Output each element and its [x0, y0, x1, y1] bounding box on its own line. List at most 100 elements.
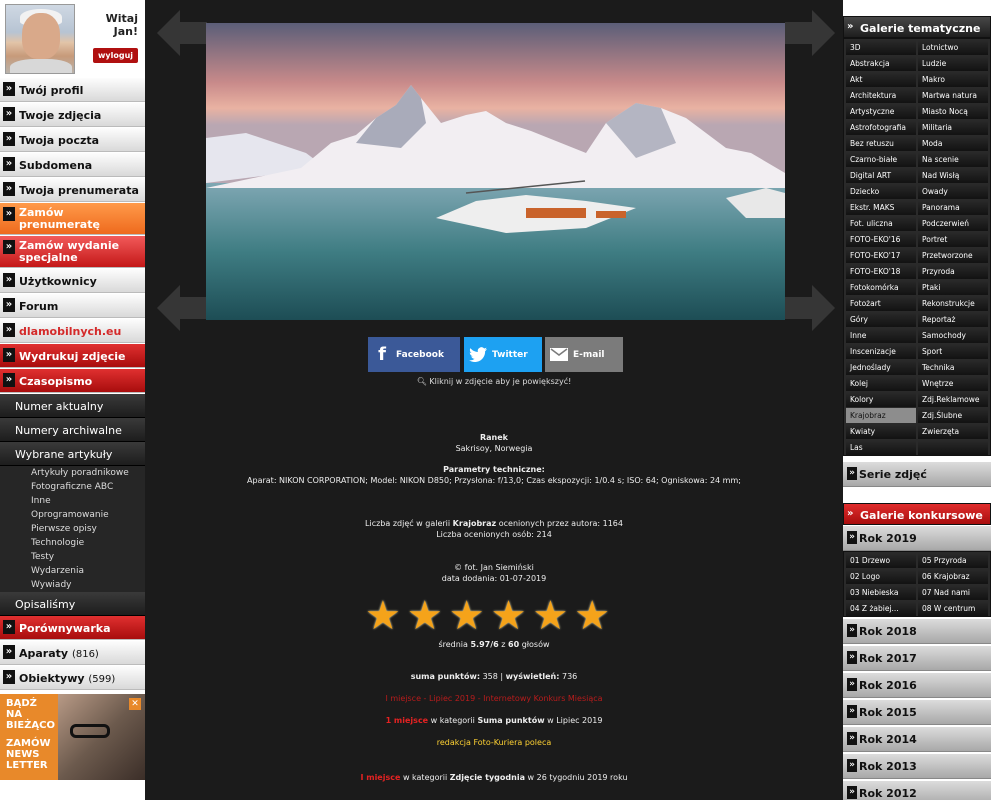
- magazine-item[interactable]: Numer aktualny: [0, 394, 145, 418]
- contest-item[interactable]: 02 Logo: [846, 569, 916, 584]
- gallery-item[interactable]: Panorama: [918, 200, 988, 215]
- gallery-item[interactable]: Owady: [918, 184, 988, 199]
- article-category[interactable]: Wywiady: [0, 578, 145, 592]
- gallery-item[interactable]: Przyroda: [918, 264, 988, 279]
- year-item[interactable]: Rok 2012: [843, 781, 991, 800]
- menu-item-wydrukuj-zdjęcie[interactable]: Wydrukuj zdjęcie: [0, 344, 145, 368]
- menu-item-twój-profil[interactable]: Twój profil: [0, 78, 145, 102]
- gallery-item[interactable]: Technika: [918, 360, 988, 375]
- gallery-item[interactable]: Ptaki: [918, 280, 988, 295]
- menu-item-porownywarka[interactable]: Porównywarka: [0, 616, 145, 640]
- menu-item-twoje-zdjęcia[interactable]: Twoje zdjęcia: [0, 103, 145, 127]
- prev-arrow-top[interactable]: [157, 10, 207, 56]
- gallery-item[interactable]: Przetworzone: [918, 248, 988, 263]
- close-icon[interactable]: ✕: [129, 698, 141, 710]
- star-icon[interactable]: ★: [491, 596, 527, 636]
- gallery-item[interactable]: Militaria: [918, 120, 988, 135]
- gallery-item[interactable]: 3D: [846, 40, 916, 55]
- gallery-item[interactable]: Bez retuszu: [846, 136, 916, 151]
- gallery-item[interactable]: Artystyczne: [846, 104, 916, 119]
- gallery-item[interactable]: Sport: [918, 344, 988, 359]
- year-item[interactable]: Rok 2013: [843, 754, 991, 779]
- article-category[interactable]: Inne: [0, 494, 145, 508]
- contest-item[interactable]: 05 Przyroda: [918, 553, 988, 568]
- next-arrow-bottom[interactable]: [785, 285, 835, 331]
- gallery-item[interactable]: Portret: [918, 232, 988, 247]
- gallery-item[interactable]: Inscenizacje: [846, 344, 916, 359]
- contest-item[interactable]: 04 Z żabiej...: [846, 601, 916, 616]
- gallery-item[interactable]: Samochody: [918, 328, 988, 343]
- gallery-item[interactable]: FOTO-EKO'18: [846, 264, 916, 279]
- gallery-item[interactable]: Góry: [846, 312, 916, 327]
- gallery-item[interactable]: Abstrakcja: [846, 56, 916, 71]
- gallery-item[interactable]: Astrofotografia: [846, 120, 916, 135]
- menu-item-aparaty[interactable]: Aparaty (816): [0, 641, 145, 665]
- article-category[interactable]: Testy: [0, 550, 145, 564]
- gallery-item[interactable]: Kolory: [846, 392, 916, 407]
- gallery-item[interactable]: Inne: [846, 328, 916, 343]
- email-share-button[interactable]: E-mail: [545, 337, 623, 372]
- next-arrow-top[interactable]: [785, 10, 835, 56]
- gallery-item[interactable]: Nad Wisłą: [918, 168, 988, 183]
- star-icon[interactable]: ★: [532, 596, 568, 636]
- gallery-item[interactable]: Fot. uliczna: [846, 216, 916, 231]
- twitter-share-button[interactable]: Twitter: [464, 337, 542, 372]
- menu-item-forum[interactable]: Forum: [0, 294, 145, 318]
- author-link[interactable]: Jan Siemiński: [481, 563, 534, 572]
- gallery-item[interactable]: Ludzie: [918, 56, 988, 71]
- year-item[interactable]: Rok 2018: [843, 619, 991, 644]
- year-item[interactable]: Rok 2016: [843, 673, 991, 698]
- gallery-item[interactable]: Kwiaty: [846, 424, 916, 439]
- magazine-item[interactable]: Numery archiwalne: [0, 418, 145, 442]
- article-category[interactable]: Oprogramowanie: [0, 508, 145, 522]
- article-category[interactable]: Artykuły poradnikowe: [0, 466, 145, 480]
- gallery-item[interactable]: Krajobraz: [846, 408, 916, 423]
- menu-item-zamów-prenumeratę[interactable]: Zamów prenumeratę: [0, 203, 145, 235]
- star-icon[interactable]: ★: [574, 596, 610, 636]
- newsletter-banner[interactable]: BĄDŹ NA BIEŻĄCO ZAMÓW NEWS LETTER ✕: [0, 694, 145, 780]
- main-photo[interactable]: [206, 23, 785, 320]
- gallery-item[interactable]: Czarno-białe: [846, 152, 916, 167]
- rating-stars[interactable]: ★ ★ ★ ★ ★ ★: [365, 596, 625, 636]
- gallery-link[interactable]: Krajobraz: [453, 519, 497, 528]
- gallery-item[interactable]: Kolej: [846, 376, 916, 391]
- gallery-item[interactable]: Dziecko: [846, 184, 916, 199]
- gallery-item[interactable]: Zdj.Ślubne: [918, 408, 988, 423]
- gallery-item[interactable]: Akt: [846, 72, 916, 87]
- gallery-item[interactable]: Podczerwień: [918, 216, 988, 231]
- year-2019[interactable]: Rok 2019: [843, 526, 991, 551]
- gallery-item[interactable]: Lotnictwo: [918, 40, 988, 55]
- prev-arrow-bottom[interactable]: [157, 285, 207, 331]
- facebook-share-button[interactable]: f Facebook: [368, 337, 460, 372]
- menu-item-subdomena[interactable]: Subdomena: [0, 153, 145, 177]
- gallery-item[interactable]: Na scenie: [918, 152, 988, 167]
- photo-series-link[interactable]: Serie zdjęć: [843, 462, 991, 487]
- gallery-item[interactable]: Ekstr. MAKS: [846, 200, 916, 215]
- article-category[interactable]: Technologie: [0, 536, 145, 550]
- gallery-item[interactable]: Rekonstrukcje: [918, 296, 988, 311]
- gallery-item[interactable]: Reportaż: [918, 312, 988, 327]
- star-icon[interactable]: ★: [407, 596, 443, 636]
- contest-item[interactable]: 06 Krajobraz: [918, 569, 988, 584]
- gallery-item[interactable]: Makro: [918, 72, 988, 87]
- gallery-item[interactable]: Miasto Nocą: [918, 104, 988, 119]
- gallery-item[interactable]: FOTO-EKO'16: [846, 232, 916, 247]
- contest-item[interactable]: 07 Nad nami: [918, 585, 988, 600]
- magazine-item[interactable]: Opisaliśmy: [0, 592, 145, 616]
- year-item[interactable]: Rok 2015: [843, 700, 991, 725]
- gallery-item[interactable]: Las: [846, 440, 916, 455]
- gallery-item[interactable]: Martwa natura: [918, 88, 988, 103]
- gallery-item[interactable]: Wnętrze: [918, 376, 988, 391]
- menu-item-użytkownicy[interactable]: Użytkownicy: [0, 269, 145, 293]
- logout-button[interactable]: wyloguj: [93, 48, 139, 63]
- star-icon[interactable]: ★: [365, 596, 401, 636]
- star-icon[interactable]: ★: [449, 596, 485, 636]
- contest-item[interactable]: 01 Drzewo: [846, 553, 916, 568]
- menu-item-obiektywy[interactable]: Obiektywy (599): [0, 666, 145, 690]
- gallery-item[interactable]: Architektura: [846, 88, 916, 103]
- avatar[interactable]: [5, 4, 75, 74]
- year-item[interactable]: Rok 2017: [843, 646, 991, 671]
- gallery-item[interactable]: Jednoślady: [846, 360, 916, 375]
- article-category[interactable]: Fotograficzne ABC: [0, 480, 145, 494]
- menu-item-twoja-poczta[interactable]: Twoja poczta: [0, 128, 145, 152]
